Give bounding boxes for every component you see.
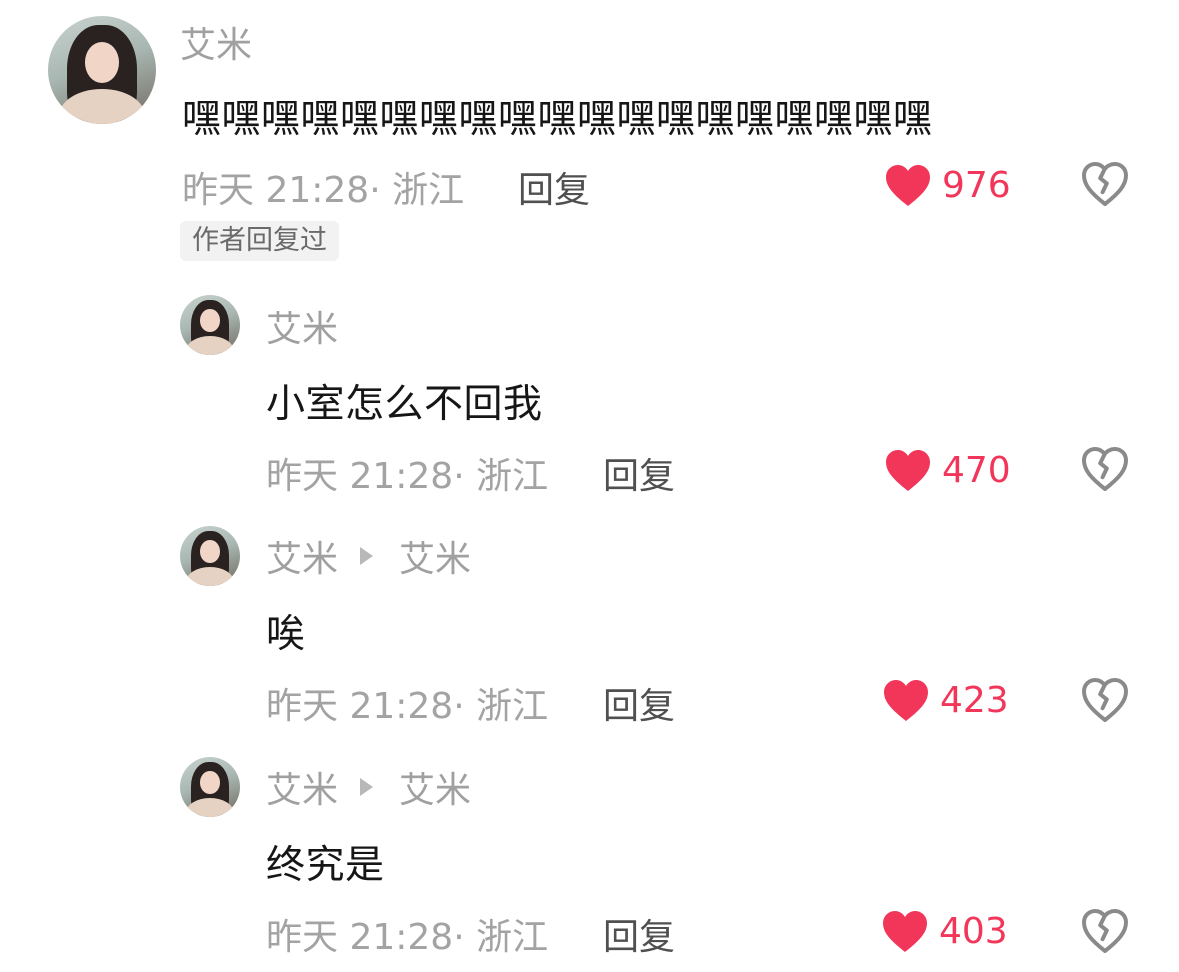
reply-to-name[interactable]: 艾米 xyxy=(399,761,471,813)
like-count: 976 xyxy=(942,164,1011,206)
heart-icon xyxy=(886,165,930,206)
like-count: 423 xyxy=(940,679,1009,721)
comment-meta: 昨天 21:28· 浙江 xyxy=(266,686,549,727)
like-button[interactable]: 403 xyxy=(881,906,1008,956)
author-name[interactable]: 艾米 xyxy=(266,300,338,352)
reply-item: 艾米 艾米 唉 昨天 21:28· 浙江 回复 423 xyxy=(0,500,1179,730)
author-row: 艾米 xyxy=(266,304,338,350)
like-count: 403 xyxy=(939,910,1008,952)
broken-heart-icon[interactable] xyxy=(1081,161,1129,207)
reply-button[interactable]: 回复 xyxy=(603,447,675,499)
author-name[interactable]: 艾米 xyxy=(266,761,338,813)
author-replied-badge: 作者回复过 xyxy=(180,221,339,261)
heart-icon xyxy=(884,680,928,721)
broken-heart-icon[interactable] xyxy=(1081,677,1129,723)
comment-item: 艾米 嘿嘿嘿嘿嘿嘿嘿嘿嘿嘿嘿嘿嘿嘿嘿嘿嘿嘿嘿 昨天 21:28· 浙江 回复 9… xyxy=(0,0,1179,270)
avatar[interactable] xyxy=(180,295,240,355)
like-button[interactable]: 976 xyxy=(884,160,1011,210)
avatar[interactable] xyxy=(180,757,240,817)
like-count: 470 xyxy=(942,449,1011,491)
comment-meta: 昨天 21:28· 浙江 xyxy=(266,456,549,497)
author-row: 艾米 艾米 xyxy=(266,534,471,580)
like-button[interactable]: 470 xyxy=(884,445,1011,495)
broken-heart-icon[interactable] xyxy=(1081,908,1129,954)
avatar[interactable] xyxy=(48,16,156,124)
comment-text[interactable]: 唉 xyxy=(266,603,306,659)
author-row: 艾米 xyxy=(180,20,252,66)
reply-button[interactable]: 回复 xyxy=(603,677,675,729)
reply-item: 艾米 艾米 终究是 昨天 21:28· 浙江 回复 403 xyxy=(0,730,1179,972)
reply-item: 艾米 小室怎么不回我 昨天 21:28· 浙江 回复 470 xyxy=(0,270,1179,500)
heart-icon xyxy=(886,450,930,491)
author-name[interactable]: 艾米 xyxy=(266,530,338,582)
author-row: 艾米 艾米 xyxy=(266,765,471,811)
reply-button[interactable]: 回复 xyxy=(518,161,590,213)
comment-meta: 昨天 21:28· 浙江 xyxy=(182,170,465,211)
comment-text[interactable]: 小室怎么不回我 xyxy=(266,373,543,429)
like-button[interactable]: 423 xyxy=(882,675,1009,725)
author-name[interactable]: 艾米 xyxy=(180,16,252,68)
play-arrow-icon xyxy=(360,547,374,565)
avatar[interactable] xyxy=(180,526,240,586)
reply-button[interactable]: 回复 xyxy=(603,908,675,960)
reply-to-name[interactable]: 艾米 xyxy=(399,530,471,582)
play-arrow-icon xyxy=(360,778,374,796)
broken-heart-icon[interactable] xyxy=(1081,446,1129,492)
comment-meta: 昨天 21:28· 浙江 xyxy=(266,917,549,958)
comment-text[interactable]: 嘿嘿嘿嘿嘿嘿嘿嘿嘿嘿嘿嘿嘿嘿嘿嘿嘿嘿嘿 xyxy=(182,88,933,144)
comment-text[interactable]: 终究是 xyxy=(266,834,385,890)
heart-icon xyxy=(883,911,927,952)
